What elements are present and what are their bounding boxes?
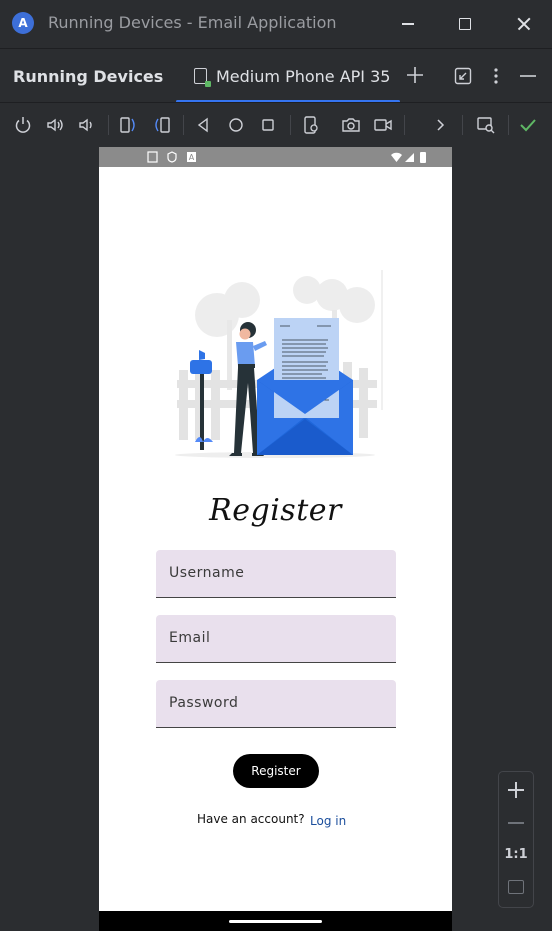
panel-header: Running Devices Medium Phone API 35 (0, 48, 552, 103)
chevron-right-icon[interactable] (430, 115, 450, 135)
have-account-text: Have an account? (197, 812, 305, 826)
zoom-fit-icon[interactable] (508, 880, 524, 894)
maximize-button[interactable] (453, 12, 477, 36)
navigation-bar (99, 911, 452, 931)
phone-screen[interactable]: A Register Username Email Password Regis… (99, 147, 452, 931)
layout-inspector-icon[interactable] (476, 115, 496, 135)
separator (404, 115, 405, 135)
hide-panel-icon[interactable] (518, 66, 538, 86)
overview-icon[interactable] (258, 115, 278, 135)
password-field[interactable]: Password (156, 680, 396, 728)
username-field[interactable]: Username (156, 550, 396, 598)
volume-down-icon[interactable] (77, 115, 97, 135)
emulator-toolbar (0, 102, 552, 148)
separator (462, 115, 463, 135)
power-icon[interactable] (13, 115, 33, 135)
notification-icons: A (147, 151, 196, 163)
separator (108, 115, 109, 135)
status-bar: A (99, 147, 452, 167)
close-button[interactable] (512, 12, 536, 36)
zoom-out-icon[interactable] (508, 822, 524, 824)
separator (183, 115, 184, 135)
register-button[interactable]: Register (233, 754, 319, 788)
email-illustration (175, 270, 383, 458)
add-device-icon[interactable] (405, 65, 425, 85)
android-studio-icon: A (12, 12, 34, 34)
zoom-controls: 1:1 (498, 771, 534, 908)
home-icon[interactable] (226, 115, 246, 135)
login-link[interactable]: Log in (310, 814, 346, 828)
more-options-icon[interactable] (486, 66, 506, 86)
system-status-icons (391, 152, 426, 163)
username-label: Username (169, 565, 245, 581)
zoom-in-icon[interactable] (507, 781, 525, 799)
gesture-handle[interactable] (229, 920, 322, 923)
rotate-right-icon[interactable] (152, 115, 172, 135)
separator (508, 115, 509, 135)
panel-title: Running Devices (13, 67, 164, 86)
camera-icon[interactable] (341, 115, 361, 135)
page-title: Register (209, 493, 342, 528)
email-label: Email (169, 630, 211, 646)
tab-label: Medium Phone API 35 (216, 67, 391, 86)
volume-up-icon[interactable] (45, 115, 65, 135)
back-icon[interactable] (193, 115, 213, 135)
separator (290, 115, 291, 135)
device-settings-icon[interactable] (301, 115, 321, 135)
checkmark-icon[interactable] (518, 115, 538, 135)
rotate-left-icon[interactable] (118, 115, 138, 135)
svg-text:A: A (189, 153, 195, 162)
collapse-icon[interactable] (453, 66, 473, 86)
video-icon[interactable] (373, 115, 393, 135)
actual-size-button[interactable]: 1:1 (499, 847, 533, 862)
minimize-button[interactable] (396, 12, 420, 36)
device-icon (194, 68, 211, 87)
password-label: Password (169, 695, 239, 711)
window-title: Running Devices - Email Application (48, 13, 337, 32)
tab-medium-phone[interactable]: Medium Phone API 35 (176, 49, 400, 103)
title-bar: A Running Devices - Email Application (0, 0, 552, 48)
email-field[interactable]: Email (156, 615, 396, 663)
